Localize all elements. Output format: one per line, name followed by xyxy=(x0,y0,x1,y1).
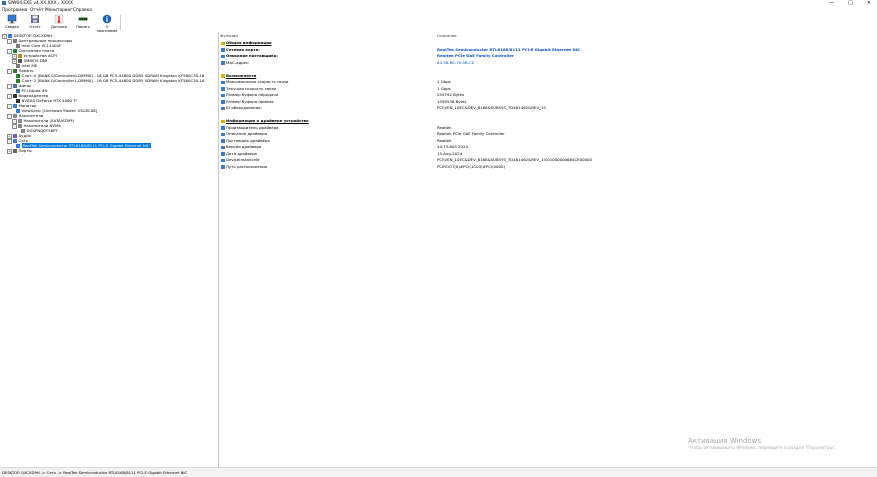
memory-icon xyxy=(78,17,88,21)
tree-item-label: DGSPNQ0T58PT xyxy=(26,128,58,133)
nic-icon xyxy=(221,48,225,52)
nic-icon xyxy=(221,106,225,110)
tree-item[interactable]: Слот: 2 [BANK 0/Controller1-DIMM0] - 16 … xyxy=(12,78,204,83)
app-icon xyxy=(2,1,6,5)
monitor-icon xyxy=(7,14,17,24)
window-title: SIW64.EXE v4.XX.XXX - XXXX xyxy=(8,1,73,6)
about-button[interactable]: О программе xyxy=(96,14,118,33)
tree-item[interactable]: RealTek Semiconductor RTL8168/8111 PCI-E… xyxy=(12,143,151,148)
nic-icon xyxy=(221,139,225,143)
thermometer-icon xyxy=(54,14,64,24)
close-button[interactable]: ✕ xyxy=(867,0,871,7)
tree-item-label: Порты xyxy=(18,148,32,153)
property-value: PCIROOT(0)#PCI(1C03)#PCI(0000) xyxy=(437,163,505,169)
nic-icon xyxy=(221,87,225,91)
report-label: Отчёт xyxy=(29,25,41,29)
nic-icon xyxy=(221,145,225,149)
port-icon xyxy=(13,149,17,153)
nic-icon xyxy=(221,80,225,84)
watermark-text: Чтобы активировать Windows, перейдите в … xyxy=(688,446,837,451)
menu-program[interactable]: Программа xyxy=(2,8,27,13)
memory-button[interactable]: Память xyxy=(72,14,94,31)
column-header-function[interactable]: Функция xyxy=(220,33,238,38)
toolbar: Сводка Отчёт Датчики Память О программе xyxy=(0,13,877,33)
properties-panel: Функция Описание Общая информация Сетевая… xyxy=(219,32,877,467)
nic-icon xyxy=(221,152,225,156)
toolbar-divider xyxy=(120,15,121,30)
nic-icon xyxy=(221,54,225,58)
window-controls: — □ ✕ xyxy=(829,0,871,7)
nic-icon xyxy=(221,93,225,97)
sensors-label: Датчики xyxy=(50,25,68,29)
info-small-icon xyxy=(221,119,225,123)
report-button[interactable]: Отчёт xyxy=(24,14,46,31)
info-icon xyxy=(102,14,112,24)
tree-item-label: RealTek Semiconductor RTL8168/8111 PCI-E… xyxy=(21,143,151,148)
maximize-button[interactable]: □ xyxy=(848,0,853,7)
nic-icon xyxy=(221,61,225,65)
nic-icon xyxy=(221,158,225,162)
windows-activation-watermark: Активация Windows Чтобы активировать Win… xyxy=(688,437,836,451)
memory-label: Память xyxy=(76,25,90,29)
menu-monitoring[interactable]: Мониторинг xyxy=(45,8,73,13)
property-name: Путь расположения xyxy=(226,163,268,169)
column-header-description[interactable]: Описание xyxy=(437,33,457,38)
info-small-icon xyxy=(221,74,225,78)
nic-icon xyxy=(221,165,225,169)
expand-toggle[interactable]: + xyxy=(7,148,12,154)
device-tree[interactable]: - DESKTOP-QXCXD9H - Центральные процессоры I… xyxy=(0,32,219,467)
sensors-button[interactable]: Датчики xyxy=(48,14,70,31)
nic-icon xyxy=(221,126,225,130)
summary-label: Сводка xyxy=(5,25,19,29)
watermark-title: Активация Windows xyxy=(688,437,762,445)
menu-help[interactable]: Справка xyxy=(73,8,92,13)
nic-icon xyxy=(221,132,225,136)
tree-item[interactable]: + Порты xyxy=(7,148,32,154)
menu-report[interactable]: Отчёт xyxy=(30,8,44,13)
summary-button[interactable]: Сводка xyxy=(1,14,23,31)
minimize-button[interactable]: — xyxy=(829,0,834,7)
status-path: DESKTOP-QXCXD9H -> Сеть -> RealTek Semic… xyxy=(2,470,188,475)
save-icon xyxy=(31,15,39,23)
tree-item-label: Слот: 2 [BANK 0/Controller1-DIMM0] - 16 … xyxy=(21,78,205,83)
title-bar: SIW64.EXE v4.XX.XXX - XXXX — □ ✕ xyxy=(0,0,877,7)
property-row[interactable]: Путь расположения PCIROOT(0)#PCI(1C03)#PC… xyxy=(219,164,869,171)
info-small-icon xyxy=(221,41,225,45)
nic-icon xyxy=(221,100,225,104)
